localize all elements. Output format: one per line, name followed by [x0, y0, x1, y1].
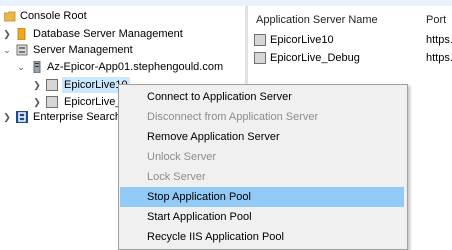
tree-item-label: Server Management [33, 44, 133, 56]
chevron-right-icon[interactable]: ❯ [32, 77, 42, 93]
list-item-port: https. [426, 52, 452, 64]
column-header-name[interactable]: Application Server Name [256, 10, 416, 30]
chevron-down-icon[interactable]: ⌄ [2, 42, 12, 58]
chevron-down-icon[interactable]: ⌄ [16, 59, 26, 75]
tree-item-epicorlive10[interactable]: ❯ EpicorLive10 [32, 77, 130, 93]
tree-item-label: Az-Epicor-App01.stephengould.com [47, 61, 224, 73]
list-item-name: EpicorLive_Debug [270, 52, 360, 64]
app-server-icon [46, 96, 58, 108]
app-server-icon [254, 52, 266, 64]
list-item[interactable]: EpicorLive_Debug https. [254, 50, 452, 66]
tree-item-database-server-management[interactable]: ❯ Database Server Management [0, 26, 230, 42]
folder-icon [3, 10, 16, 22]
menu-item-stop-pool[interactable]: Stop Application Pool [120, 187, 404, 207]
app-server-icon [254, 34, 266, 46]
enterprise-search-icon [16, 111, 28, 123]
tree-item-label: EpicorLive_ [64, 96, 122, 108]
tree-item-label: Console Root [20, 10, 87, 22]
column-header-port[interactable]: Port [426, 10, 452, 30]
list-item[interactable]: EpicorLive10 https. [254, 32, 452, 48]
menu-item-disconnect[interactable]: Disconnect from Application Server [120, 107, 404, 127]
tree-item-epicorlive-debug[interactable]: ❯ EpicorLive_ [32, 94, 122, 110]
menu-item-connect[interactable]: Connect to Application Server [120, 87, 404, 107]
server-management-icon [16, 44, 28, 56]
chevron-right-icon[interactable]: ❯ [2, 26, 12, 42]
context-menu: Connect to Application Server Disconnect… [118, 84, 408, 250]
menu-item-unlock[interactable]: Unlock Server [120, 147, 404, 167]
tree-item-console-root[interactable]: Console Root [2, 8, 232, 24]
app-server-icon [46, 79, 58, 91]
tree-item-az-epicor-app01[interactable]: ⌄ Az-Epicor-App01.stephengould.com [14, 59, 244, 75]
menu-item-lock[interactable]: Lock Server [120, 167, 404, 187]
menu-item-recycle-pool[interactable]: Recycle IIS Application Pool [120, 227, 404, 247]
list-item-name: EpicorLive10 [270, 34, 334, 46]
server-icon [31, 60, 43, 74]
tree-item-server-management[interactable]: ⌄ Server Management [0, 42, 230, 58]
chevron-right-icon[interactable]: ❯ [2, 109, 12, 125]
list-item-port: https. [426, 34, 452, 46]
menu-item-start-pool[interactable]: Start Application Pool [120, 207, 404, 227]
database-icon [16, 27, 28, 41]
tree-item-enterprise-search[interactable]: ❯ Enterprise Search M [0, 109, 133, 125]
menu-item-remove[interactable]: Remove Application Server [120, 127, 404, 147]
tree-item-label: Database Server Management [33, 28, 183, 40]
chevron-right-icon[interactable]: ❯ [32, 94, 42, 110]
